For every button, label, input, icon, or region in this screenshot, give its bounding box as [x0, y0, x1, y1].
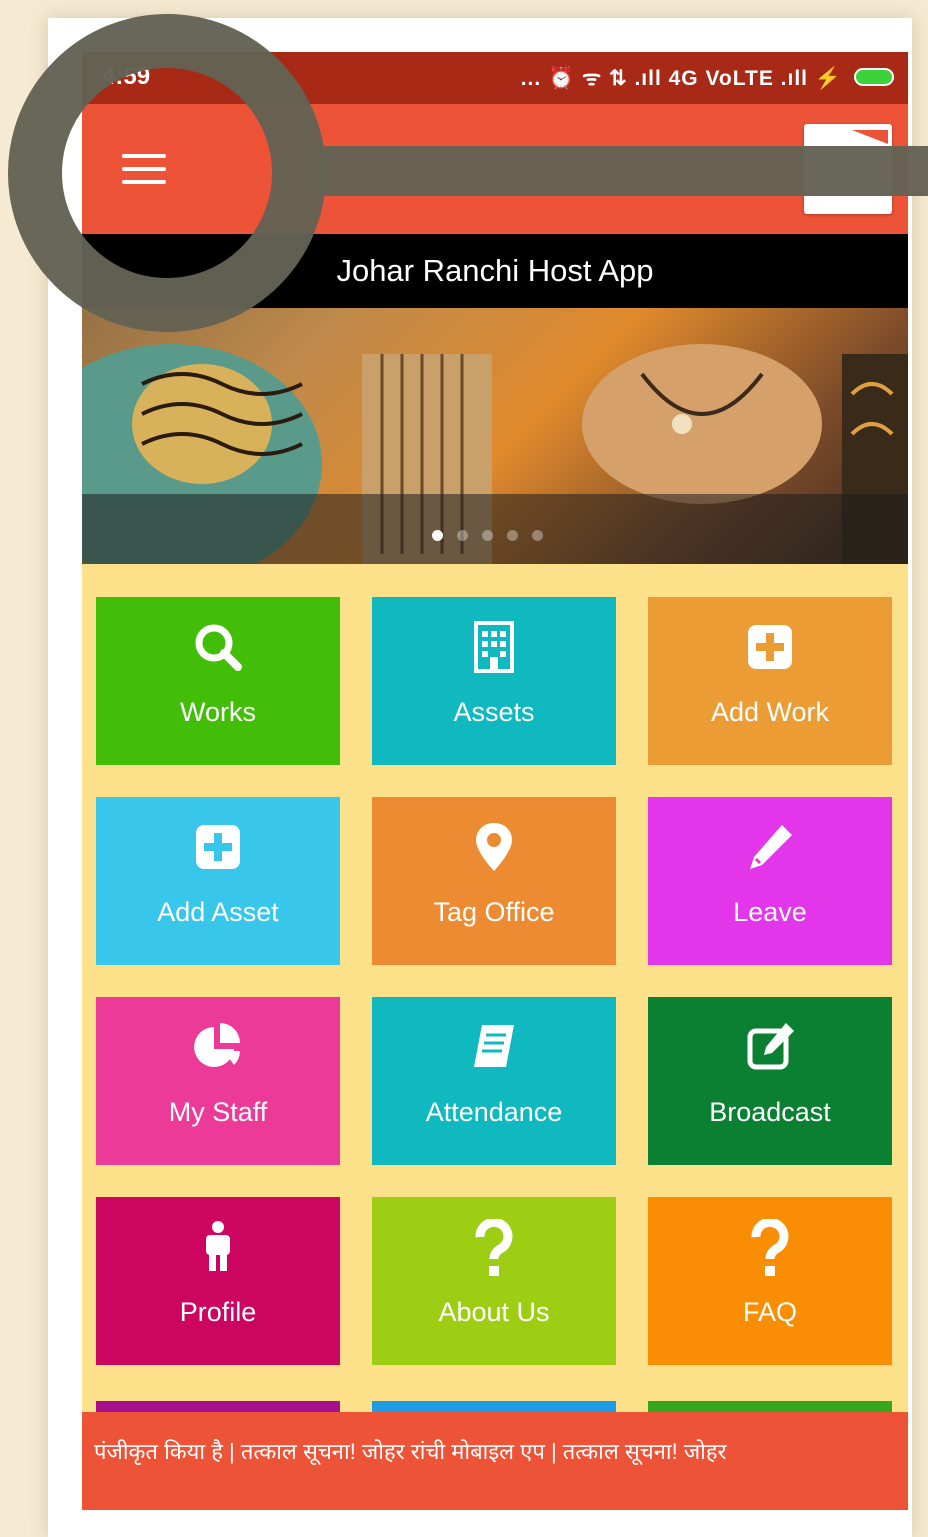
- pie-chart-icon: [96, 1019, 340, 1075]
- tile-add-asset[interactable]: Add Asset: [96, 797, 340, 965]
- carousel-dot[interactable]: [507, 530, 518, 541]
- pencil-icon: [648, 819, 892, 875]
- tile-label: Works: [179, 697, 256, 727]
- question-icon: [372, 1219, 616, 1276]
- tile-my-staff[interactable]: My Staff: [96, 997, 340, 1165]
- person-icon: [96, 1219, 340, 1275]
- search-icon: [96, 619, 340, 675]
- tile-label: Add Asset: [157, 897, 279, 927]
- tile-tag-office[interactable]: Tag Office: [372, 797, 616, 965]
- carousel-dot[interactable]: [457, 530, 468, 541]
- status-indicators: ... ⏰ ᯤ ⇅ .ıll 4G VoLTE .ıll ⚡: [520, 67, 842, 90]
- tile-add-work[interactable]: Add Work: [648, 597, 892, 765]
- news-ticker[interactable]: पंजीकृत किया है | तत्काल सूचना! जोहर रां…: [82, 1412, 908, 1510]
- tile-broadcast[interactable]: Broadcast: [648, 997, 892, 1165]
- edit-square-icon: [648, 1019, 892, 1075]
- tile-profile[interactable]: Profile: [96, 1197, 340, 1365]
- tile-label: Leave: [733, 897, 807, 927]
- tile-label: Tag Office: [433, 897, 555, 927]
- plus-square-icon: [96, 819, 340, 875]
- carousel-dot[interactable]: [482, 530, 493, 541]
- tile-label: My Staff: [168, 1097, 268, 1127]
- tile-label: Assets: [453, 697, 535, 727]
- carousel-dot[interactable]: [532, 530, 543, 541]
- highlight-pointer-bar: [316, 146, 928, 196]
- tile-label: Attendance: [425, 1097, 563, 1127]
- tile-faq[interactable]: FAQ: [648, 1197, 892, 1365]
- map-marker-icon: [372, 819, 616, 875]
- carousel-dot-active[interactable]: [432, 530, 443, 541]
- tile-leave[interactable]: Leave: [648, 797, 892, 965]
- tile-about-us[interactable]: About Us: [372, 1197, 616, 1365]
- ticker-text: पंजीकृत किया है | तत्काल सूचना! जोहर रां…: [94, 1439, 727, 1464]
- tile-label: About Us: [438, 1297, 550, 1327]
- tile-works[interactable]: Works: [96, 597, 340, 765]
- carousel-indicator: [432, 528, 557, 541]
- plus-square-icon: [648, 619, 892, 675]
- battery-icon: [854, 68, 894, 86]
- highlight-circle: [8, 14, 326, 332]
- tile-assets[interactable]: Assets: [372, 597, 616, 765]
- tile-label: Broadcast: [709, 1097, 831, 1127]
- book-icon: [372, 1019, 616, 1075]
- question-icon: [648, 1219, 892, 1276]
- tile-label: Profile: [179, 1297, 257, 1327]
- tile-label: Add Work: [710, 697, 830, 727]
- building-icon: [372, 619, 616, 675]
- tile-label: FAQ: [742, 1297, 797, 1327]
- tile-attendance[interactable]: Attendance: [372, 997, 616, 1165]
